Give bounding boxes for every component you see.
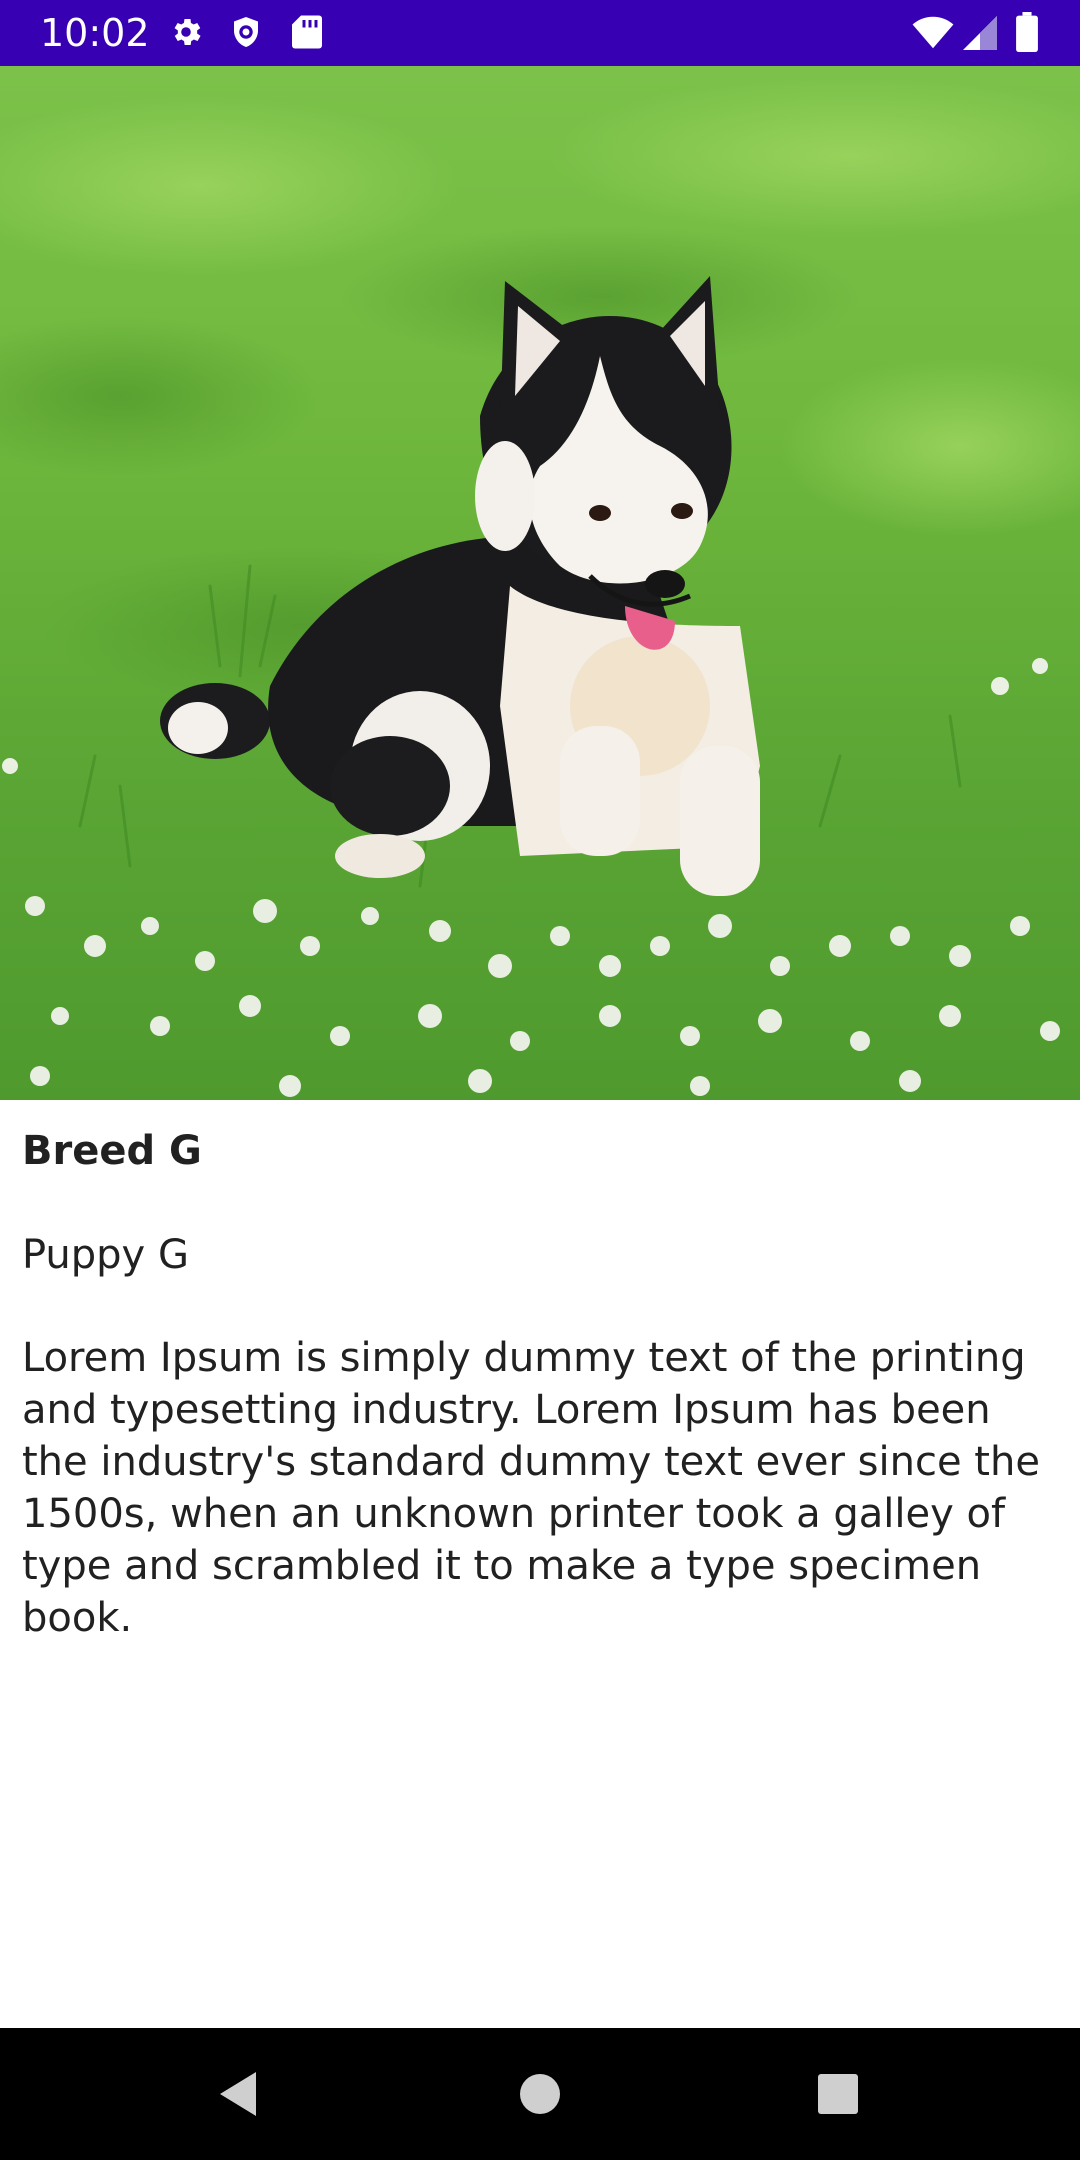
status-time: 10:02 [40, 11, 150, 55]
signal-icon [962, 16, 998, 55]
gear-icon [168, 14, 204, 55]
wifi-icon [912, 16, 954, 55]
home-icon [520, 2074, 560, 2114]
back-icon [220, 2072, 256, 2116]
status-bar: 10:02 [0, 0, 1080, 66]
recents-icon [818, 2074, 858, 2114]
sd-card-icon [290, 14, 324, 55]
puppy-description: Lorem Ipsum is simply dummy text of the … [22, 1335, 1040, 1641]
battery-icon [1016, 12, 1038, 57]
back-button[interactable] [174, 2028, 306, 2160]
recents-button[interactable] [772, 2028, 904, 2160]
puppy-name: Puppy G [22, 1232, 189, 1278]
navigation-bar [0, 2028, 1080, 2160]
breed-title: Breed G [22, 1128, 202, 1174]
shield-icon [228, 14, 264, 55]
home-button[interactable] [474, 2028, 606, 2160]
puppy-photo [0, 66, 1080, 1100]
